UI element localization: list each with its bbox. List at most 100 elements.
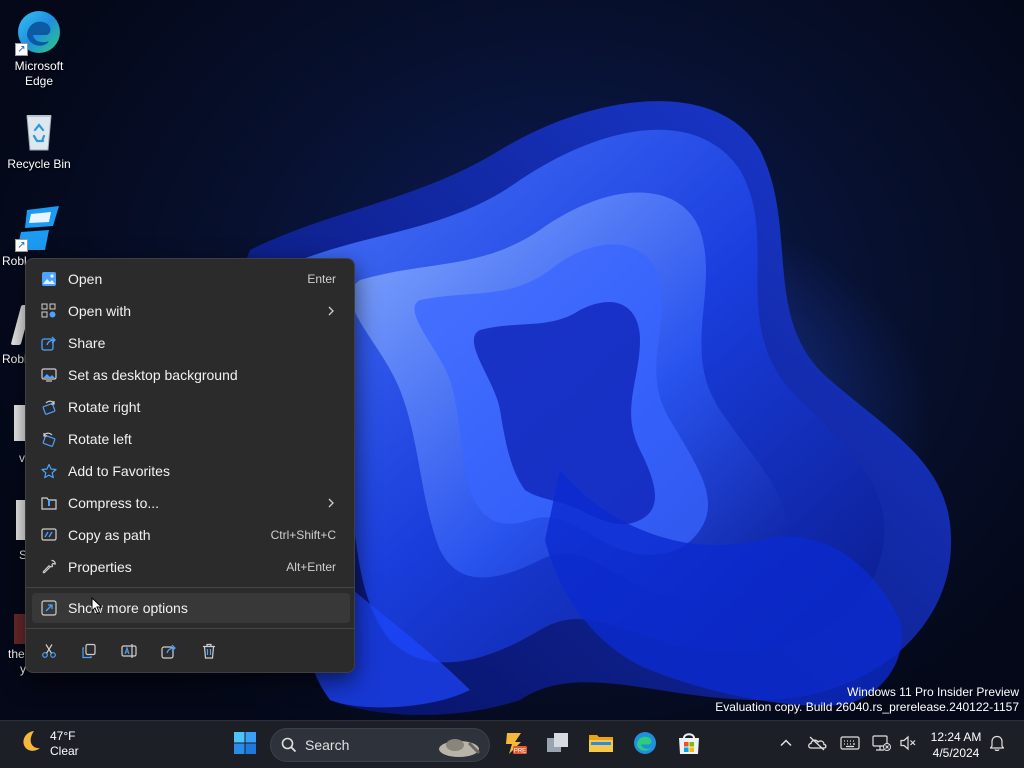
menu-item-set-desktop-background[interactable]: Set as desktop background (32, 360, 350, 390)
menu-item-open-with[interactable]: Open with (32, 296, 350, 326)
menu-item-label: Compress to... (68, 495, 160, 511)
mouse-cursor-icon (91, 596, 103, 619)
taskbar-store[interactable] (671, 727, 707, 763)
taskbar-clock[interactable]: 12:24 AM 4/5/2024 (926, 729, 986, 761)
menu-separator (26, 628, 354, 629)
recycle-bin-icon (15, 106, 63, 154)
weather-widget[interactable]: 47°F Clear (16, 727, 79, 760)
menu-item-compress-to[interactable]: Compress to... (32, 488, 350, 518)
delete-icon (201, 643, 217, 664)
menu-item-open[interactable]: Open Enter (32, 264, 350, 294)
taskbar-file-explorer[interactable] (583, 727, 619, 763)
menu-item-label: Open (68, 271, 103, 287)
volume-button[interactable] (897, 734, 919, 756)
menu-item-shortcut: Enter (307, 272, 336, 286)
rotate-left-icon (40, 430, 58, 448)
menu-item-label: Rotate right (68, 399, 141, 415)
open-with-icon (40, 302, 58, 320)
watermark-line: Windows 11 Pro Insider Preview (847, 685, 1019, 699)
taskbar-app-pre[interactable]: PRE (496, 727, 532, 763)
network-icon (871, 734, 891, 757)
clock-time: 12:24 AM (930, 730, 982, 744)
search-highlight-icon (435, 733, 483, 764)
chevron-right-icon (326, 303, 336, 324)
edge-icon: ↗ (15, 8, 63, 56)
show-hidden-icons-button[interactable] (775, 734, 797, 756)
network-button[interactable] (870, 734, 892, 756)
file-explorer-icon (588, 730, 614, 761)
context-menu: Open Enter Open with Share Set as deskto… (25, 258, 355, 673)
evaluation-watermark: Windows 11 Pro Insider Preview Evaluatio… (715, 685, 1019, 715)
menu-item-rotate-left[interactable]: Rotate left (32, 424, 350, 454)
desktop-icon-roblox-studio[interactable]: ↗ (4, 204, 74, 252)
menu-item-label: Copy as path (68, 527, 151, 543)
menu-item-label: Share (68, 335, 106, 351)
copy-icon (81, 643, 97, 664)
svg-text:PRE: PRE (514, 748, 526, 754)
desktop-icon-label: Microsoft (14, 59, 64, 73)
onedrive-button[interactable] (806, 734, 828, 756)
menu-item-shortcut: Ctrl+Shift+C (270, 528, 336, 542)
share-icon (161, 643, 177, 664)
cut-button[interactable] (35, 639, 63, 667)
share-icon (40, 334, 58, 352)
roblox-studio-icon: ↗ (15, 204, 63, 252)
task-view-button[interactable] (540, 727, 576, 763)
menu-item-add-to-favorites[interactable]: Add to Favorites (32, 456, 350, 486)
desktop-icon-recycle-bin[interactable]: Recycle Bin (4, 106, 74, 172)
notification-button[interactable] (986, 734, 1008, 756)
menu-item-share[interactable]: Share (32, 328, 350, 358)
copy-button[interactable] (75, 639, 103, 667)
menu-item-label: Rotate left (68, 431, 132, 447)
desktop-icon-label: the (8, 647, 25, 661)
menu-item-copy-as-path[interactable]: Copy as path Ctrl+Shift+C (32, 520, 350, 550)
weather-condition: Clear (50, 743, 79, 758)
menu-item-properties[interactable]: Properties Alt+Enter (32, 552, 350, 582)
zip-folder-icon (40, 494, 58, 512)
star-icon (40, 462, 58, 480)
wrench-icon (40, 558, 58, 576)
menu-item-shortcut: Alt+Enter (286, 560, 336, 574)
share-button[interactable] (155, 639, 183, 667)
menu-item-rotate-right[interactable]: Rotate right (32, 392, 350, 422)
weather-temperature: 47°F (50, 728, 76, 743)
delete-button[interactable] (195, 639, 223, 667)
taskbar-search-box[interactable]: Search (270, 728, 490, 762)
taskbar-edge[interactable] (627, 727, 663, 763)
onedrive-icon (807, 735, 827, 756)
desktop-background-icon (40, 366, 58, 384)
windows-start-icon (233, 731, 257, 760)
copy-path-icon (40, 526, 58, 544)
menu-item-label: Properties (68, 559, 132, 575)
chevron-right-icon (326, 495, 336, 516)
menu-item-label: Open with (68, 303, 132, 319)
taskbar: 47°F Clear Search PRE 12:24 AM 4/5/2024 (0, 720, 1024, 768)
image-open-icon (40, 270, 58, 288)
watermark-line: Evaluation copy. Build 26040.rs_prerelea… (715, 700, 1019, 714)
keyboard-icon (840, 735, 860, 755)
keyboard-button[interactable] (839, 734, 861, 756)
chevron-up-icon (779, 736, 793, 755)
cut-icon (41, 643, 57, 664)
rotate-right-icon (40, 398, 58, 416)
rename-button[interactable] (115, 639, 143, 667)
desktop-icon-edge[interactable]: ↗ Microsoft Edge (4, 8, 74, 89)
edge-icon (632, 730, 658, 761)
app-pre-icon: PRE (501, 730, 527, 761)
volume-mute-icon (899, 735, 917, 756)
menu-separator (26, 587, 354, 588)
menu-item-label: Show more options (68, 600, 188, 616)
menu-item-label: Set as desktop background (68, 367, 238, 383)
search-label: Search (305, 737, 350, 753)
desktop-icon-label: Robl (2, 352, 27, 366)
desktop-icon-label: Recycle Bin (7, 157, 71, 171)
clock-date: 4/5/2024 (932, 746, 980, 760)
desktop-icon-label: Edge (24, 74, 54, 88)
menu-item-show-more-options[interactable]: Show more options (32, 593, 350, 623)
desktop-icon-label: Robl (2, 254, 27, 268)
search-icon (281, 737, 297, 753)
store-icon (676, 730, 702, 761)
start-button[interactable] (227, 727, 263, 763)
notification-bell-icon (989, 734, 1005, 757)
rename-icon (121, 643, 137, 664)
